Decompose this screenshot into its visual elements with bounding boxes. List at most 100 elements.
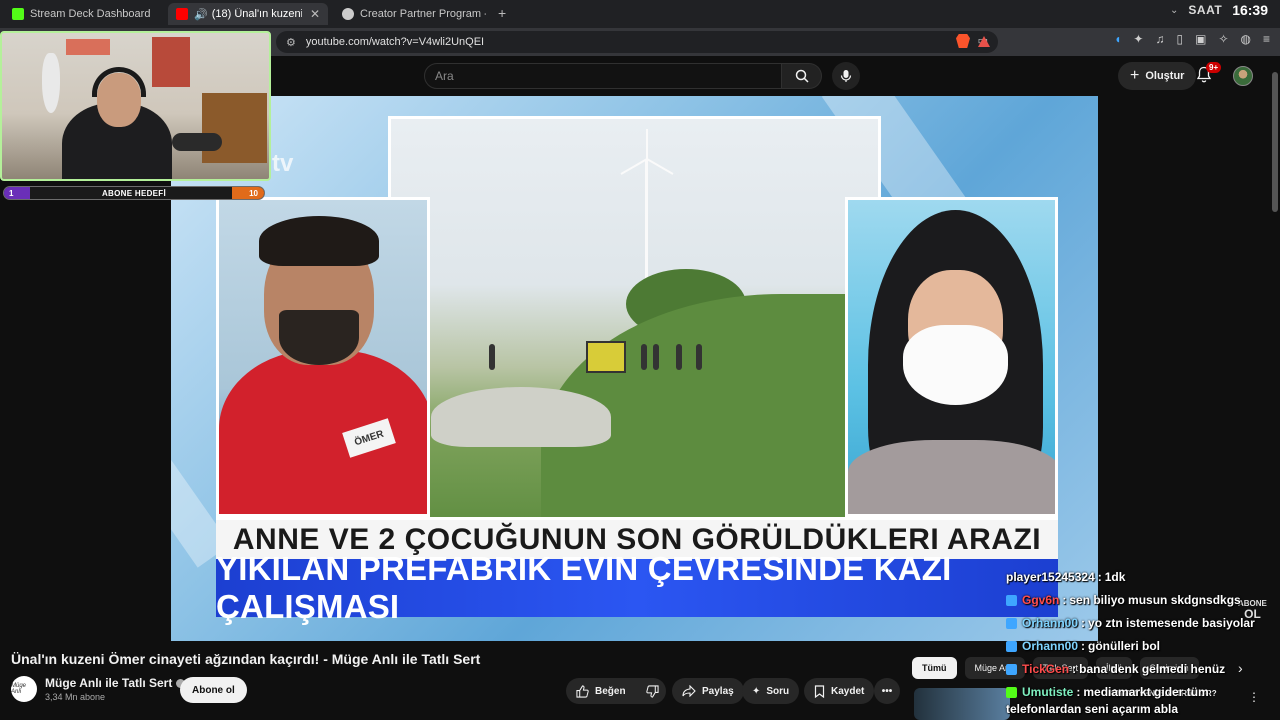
sparkle-icon[interactable]: ✧	[1218, 32, 1228, 46]
microphone-arm	[172, 133, 222, 151]
brave-rewards-icon[interactable]	[978, 36, 990, 47]
voice-search-button[interactable]	[832, 62, 860, 90]
guest-hair	[259, 216, 379, 266]
address-bar[interactable]: ⚙ youtube.com/watch?v=V4wli2UnQEI ▭	[276, 31, 998, 53]
ask-label: Soru	[766, 685, 790, 697]
share-button[interactable]: Paylaş	[672, 678, 744, 704]
search-input[interactable]: Ara	[424, 63, 782, 89]
tab-title: (18) Ünal'ın kuzeni Ömer cinayeti	[211, 8, 302, 20]
save-button[interactable]: Kaydet	[804, 678, 875, 704]
tab-title: Creator Partner Program - Qualificatio	[360, 8, 486, 20]
youtube-favicon-icon	[176, 8, 188, 20]
extensions-toolbar: ◖ ✦ ♫ ▯ ▣ ✧ ◍ ≡	[1114, 32, 1270, 46]
close-tab-icon[interactable]: ✕	[302, 7, 320, 21]
chat-message: TickGen: bana denk gelmedi henüz	[1006, 662, 1225, 676]
streamer-webcam	[0, 31, 271, 181]
music-icon[interactable]: ♫	[1155, 32, 1164, 46]
globe-favicon-icon	[342, 8, 354, 20]
turbine-blade	[646, 129, 648, 159]
chat-user: Ggv6n	[1022, 593, 1060, 607]
goal-label: ABONE HEDEFİ	[101, 189, 167, 198]
wallet-extension-icon[interactable]: ▣	[1195, 32, 1206, 46]
tab-creator-partner[interactable]: Creator Partner Program - Qualificatio	[334, 3, 494, 25]
news-headline-bottom: YIKILAN PREFABRIK EVIN ÇEVRESINDE KAZI Ç…	[216, 550, 1058, 625]
account-avatar[interactable]	[1233, 66, 1253, 86]
tab-stream-dashboard[interactable]: Stream Deck Dashboard	[4, 3, 164, 25]
chat-user: Orhann00	[1022, 616, 1079, 630]
create-button[interactable]: + Oluştur	[1118, 62, 1197, 90]
kick-favicon-icon	[12, 8, 24, 20]
field-footage-panel	[388, 116, 881, 536]
thumbs-down-icon	[645, 684, 659, 698]
plus-icon: +	[1130, 67, 1140, 84]
chat-separator: :	[1097, 570, 1102, 584]
search-button[interactable]	[782, 63, 822, 89]
vpn-shield-icon[interactable]: ◍	[1241, 32, 1251, 46]
chat-text: bana denk gelmedi henüz	[1079, 662, 1226, 676]
puzzle-icon[interactable]: ✦	[1133, 32, 1143, 46]
wooden-shelf	[202, 93, 267, 163]
ask-button[interactable]: ✦ Soru	[742, 678, 800, 704]
subscribe-button[interactable]: Abone ol	[180, 677, 247, 703]
goal-end-value: 10	[249, 189, 258, 198]
guest-beard	[279, 310, 359, 365]
channel-avatar[interactable]: Müge Anlı	[11, 676, 37, 702]
person-figure	[676, 344, 682, 370]
chat-text: sen biliyo musun skdgnsdkgs	[1069, 593, 1241, 607]
chat-text: telefonlardan seni açarım abla	[1006, 702, 1179, 716]
chip-all[interactable]: Tümü	[912, 657, 957, 679]
chat-user: TickGen	[1022, 662, 1070, 676]
chat-separator: :	[1076, 685, 1081, 699]
scrollbar-thumb[interactable]	[1272, 72, 1278, 212]
chat-message-continued: telefonlardan seni açarım abla	[1006, 702, 1178, 716]
notification-count-badge: 9+	[1206, 62, 1222, 73]
save-label: Kaydet	[831, 685, 865, 697]
tab-title: Stream Deck Dashboard	[30, 8, 151, 20]
tab-youtube-video[interactable]: 🔊 (18) Ünal'ın kuzeni Ömer cinayeti ✕	[168, 3, 328, 25]
browser-tab-strip: Stream Deck Dashboard 🔊 (18) Ünal'ın kuz…	[0, 0, 1280, 28]
face-mask	[903, 325, 1008, 405]
platform-icon	[1006, 663, 1017, 675]
turbine-blade	[646, 158, 674, 175]
turbine-blade	[620, 158, 648, 175]
chevron-right-icon[interactable]: ›	[1238, 660, 1243, 676]
platform-icon	[1006, 617, 1017, 629]
speaker-icon: 🔊	[194, 8, 208, 21]
video-title: Ünal'ın kuzeni Ömer cinayeti ağzından ka…	[11, 651, 481, 667]
search-icon	[795, 69, 809, 83]
chat-text: gönülleri bol	[1088, 639, 1161, 653]
search-placeholder: Ara	[435, 69, 454, 83]
platform-icon	[1006, 594, 1017, 606]
chat-user: Orhann00	[1022, 639, 1079, 653]
share-icon	[682, 685, 696, 697]
channel-name[interactable]: Müge Anlı ile Tatlı Sert	[45, 676, 186, 690]
headset-icon	[92, 67, 146, 97]
chat-text: mediamarkt gider tüm	[1083, 685, 1209, 699]
chat-message: Umutiste: mediamarkt gider tüm	[1006, 685, 1209, 699]
guest-right-panel	[845, 197, 1058, 517]
clock-label: SAAT	[1188, 3, 1223, 17]
chat-text: 1dk	[1104, 570, 1126, 584]
more-vertical-icon[interactable]: ⋮	[1248, 690, 1260, 704]
guest-left-panel: ÖMER	[216, 197, 430, 517]
person-figure	[696, 344, 702, 370]
platform-icon	[1006, 640, 1017, 652]
chat-separator: :	[1081, 639, 1086, 653]
more-actions-button[interactable]: •••	[874, 678, 900, 704]
new-tab-icon[interactable]: +	[498, 5, 506, 21]
create-label: Oluştur	[1145, 70, 1185, 82]
recommended-video-thumbnail[interactable]	[914, 688, 1010, 720]
chat-separator: :	[1072, 662, 1077, 676]
chevron-down-icon[interactable]: ⌄	[1170, 5, 1178, 16]
page-scrollbar[interactable]	[1270, 60, 1280, 720]
menu-icon[interactable]: ≡	[1263, 32, 1270, 46]
platform-icon	[1006, 686, 1017, 698]
like-button[interactable]: Beğen	[566, 678, 636, 704]
thumbs-up-icon	[576, 684, 589, 698]
sidebar-icon[interactable]: ▯	[1176, 32, 1183, 46]
wallet-icon[interactable]: ◖	[1114, 32, 1121, 46]
chat-separator: :	[1081, 616, 1086, 630]
clock-time: 16:39	[1232, 2, 1268, 18]
dislike-button[interactable]	[636, 678, 669, 704]
site-settings-icon[interactable]: ⚙	[286, 36, 296, 49]
